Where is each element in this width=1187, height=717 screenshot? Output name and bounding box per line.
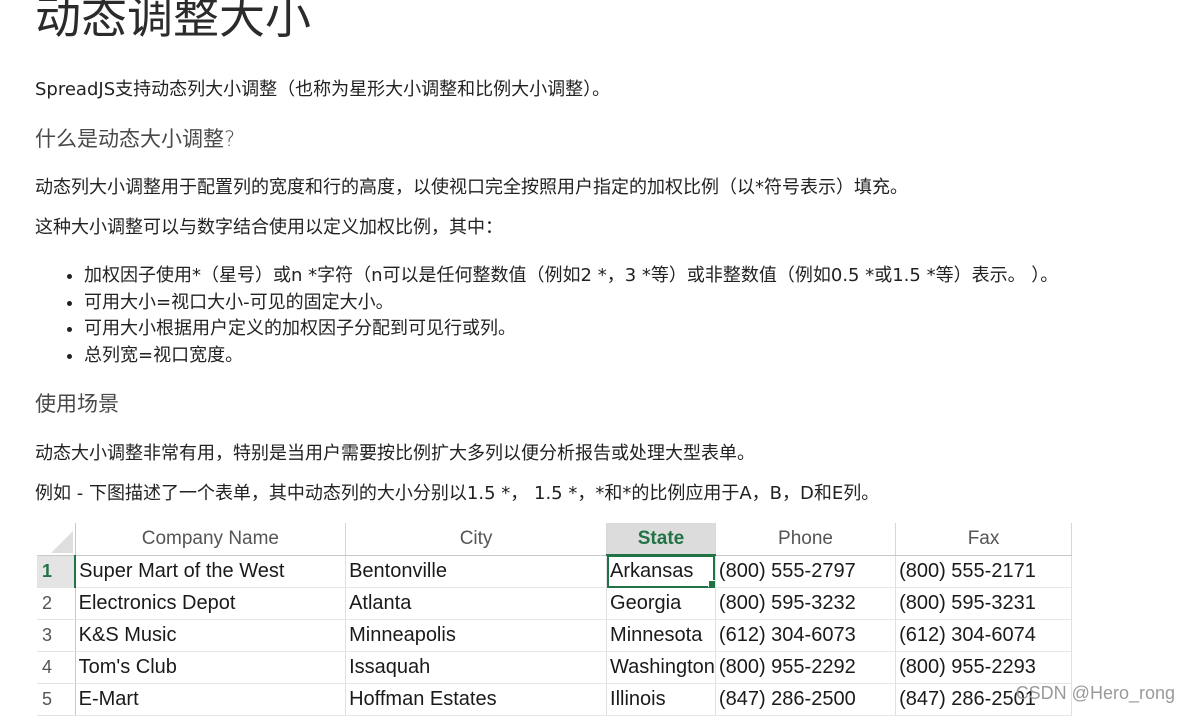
list-item: 可用大小根据用户定义的加权因子分配到可见行或列。 — [84, 316, 1058, 343]
cell-company-name[interactable]: Super Mart of the West — [75, 555, 347, 588]
use-case-paragraph: 动态大小调整非常有用，特别是当用户需要按比例扩大多列以便分析报告或处理大型表单。 — [35, 443, 755, 464]
table-row: 5 E-Mart Hoffman Estates Illinois (847) … — [37, 683, 1072, 716]
row-header[interactable]: 4 — [37, 651, 76, 684]
table-row: 1 Super Mart of the West Bentonville Ark… — [37, 555, 1072, 588]
cell-city[interactable]: Minneapolis — [345, 619, 608, 652]
cell-state[interactable]: Washington — [606, 651, 716, 684]
cell-state-selected[interactable]: Arkansas — [606, 555, 716, 588]
cell-fax[interactable]: (800) 555-2171 — [895, 555, 1072, 588]
cell-city[interactable]: Issaquah — [345, 651, 608, 684]
rules-list: 加权因子使用*（星号）或n *字符（n可以是任何整数值（例如2 *，3 *等）或… — [62, 263, 1058, 369]
cell-phone[interactable]: (612) 304-6073 — [715, 619, 897, 652]
column-header-row: Company Name City State Phone Fax — [37, 523, 1072, 556]
cell-company-name[interactable]: Tom's Club — [75, 651, 347, 684]
cell-phone[interactable]: (800) 595-3232 — [715, 587, 897, 620]
cell-phone[interactable]: (847) 286-2500 — [715, 683, 897, 716]
column-header-phone[interactable]: Phone — [715, 523, 897, 556]
spreadsheet-figure: Company Name City State Phone Fax 1 Supe… — [37, 523, 1072, 717]
row-header[interactable]: 5 — [37, 683, 76, 716]
section-heading-use-cases: 使用场景 — [35, 392, 119, 416]
cell-company-name[interactable]: E-Mart — [75, 683, 347, 716]
list-item: 总列宽=视口宽度。 — [84, 343, 1058, 370]
cell-state[interactable]: Illinois — [606, 683, 716, 716]
table-row: 4 Tom's Club Issaquah Washington (800) 9… — [37, 651, 1072, 684]
article-page: 动态调整大小 SpreadJS支持动态列大小调整（也称为星形大小调整和比例大小调… — [0, 0, 1187, 717]
column-header-fax[interactable]: Fax — [895, 523, 1072, 556]
fill-handle[interactable] — [707, 580, 715, 587]
definition-paragraph: 动态列大小调整用于配置列的宽度和行的高度，以使视口完全按照用户指定的加权比例（以… — [35, 177, 908, 198]
column-header-city[interactable]: City — [345, 523, 608, 556]
cell-state[interactable]: Georgia — [606, 587, 716, 620]
cell-company-name[interactable]: Electronics Depot — [75, 587, 347, 620]
table-row: 3 K&S Music Minneapolis Minnesota (612) … — [37, 619, 1072, 652]
cell-fax[interactable]: (612) 304-6074 — [895, 619, 1072, 652]
intro-paragraph: SpreadJS支持动态列大小调整（也称为星形大小调整和比例大小调整）。 — [35, 79, 611, 100]
cell-city[interactable]: Atlanta — [345, 587, 608, 620]
cell-company-name[interactable]: K&S Music — [75, 619, 347, 652]
watermark: CSDN @Hero_rong — [1015, 683, 1175, 703]
cell-fax[interactable]: (800) 595-3231 — [895, 587, 1072, 620]
list-item: 可用大小=视口大小-可见的固定大小。 — [84, 290, 1058, 317]
row-header[interactable]: 1 — [37, 555, 77, 588]
cell-phone[interactable]: (800) 555-2797 — [715, 555, 897, 588]
example-paragraph: 例如 - 下图描述了一个表单，其中动态列的大小分别以1.5 *， 1.5 *，*… — [35, 483, 880, 504]
list-item: 加权因子使用*（星号）或n *字符（n可以是任何整数值（例如2 *，3 *等）或… — [84, 263, 1058, 290]
column-header-company-name[interactable]: Company Name — [75, 523, 347, 556]
cell-fax[interactable]: (800) 955-2293 — [895, 651, 1072, 684]
corner-triangle-icon — [50, 530, 73, 553]
cell-city[interactable]: Hoffman Estates — [345, 683, 608, 716]
weight-intro-paragraph: 这种大小调整可以与数字结合使用以定义加权比例，其中： — [35, 217, 503, 238]
row-header[interactable]: 2 — [37, 587, 76, 620]
section-heading-what-is: 什么是动态大小调整? — [35, 127, 236, 151]
table-row: 2 Electronics Depot Atlanta Georgia (800… — [37, 587, 1072, 620]
spreadsheet-table: Company Name City State Phone Fax 1 Supe… — [37, 523, 1072, 716]
cell-state[interactable]: Minnesota — [606, 619, 716, 652]
cell-text: Arkansas — [610, 560, 694, 582]
page-title: 动态调整大小 — [35, 0, 311, 44]
cell-city[interactable]: Bentonville — [345, 555, 608, 588]
row-header[interactable]: 3 — [37, 619, 76, 652]
select-all-corner[interactable] — [37, 523, 76, 556]
cell-phone[interactable]: (800) 955-2292 — [715, 651, 897, 684]
column-header-state[interactable]: State — [606, 523, 716, 556]
